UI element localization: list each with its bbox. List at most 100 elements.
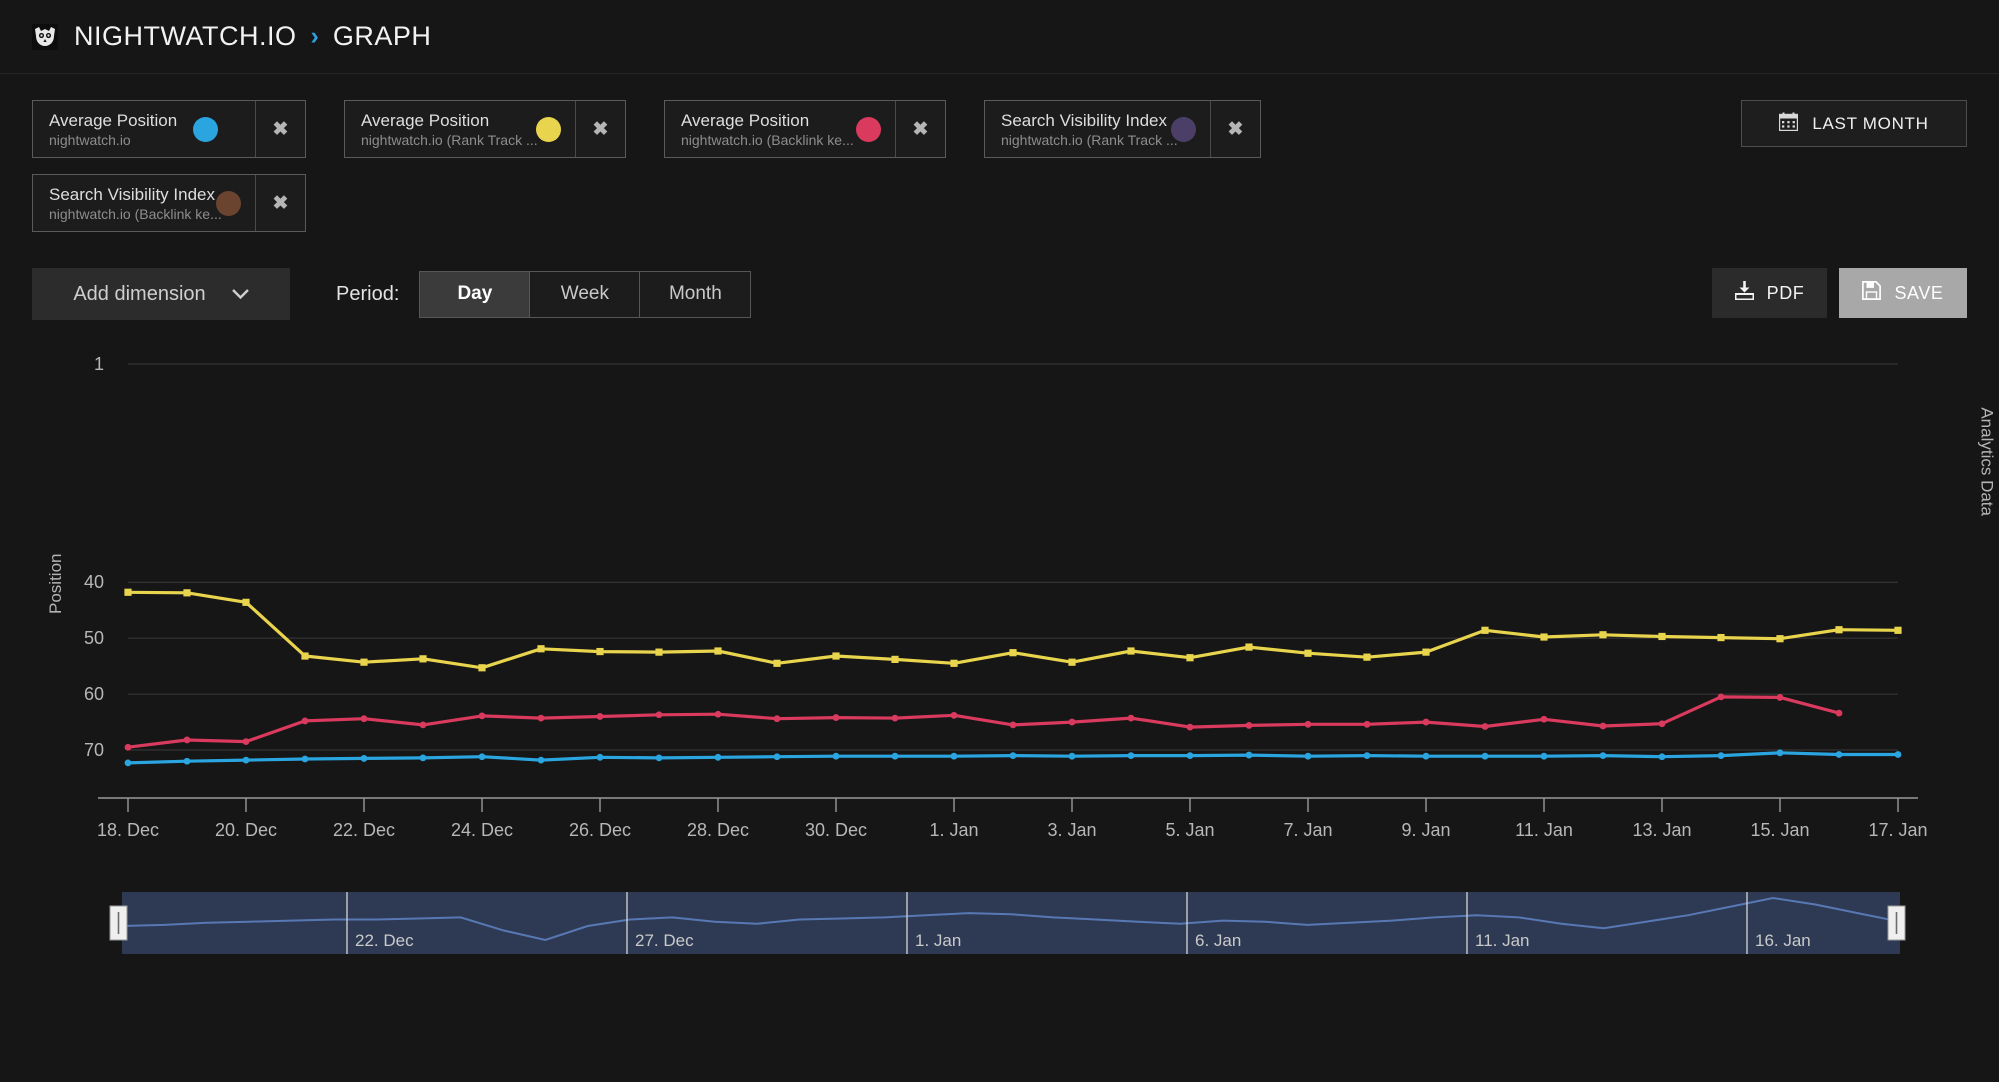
chart-data-point[interactable]	[1009, 649, 1017, 657]
chart-data-point[interactable]	[950, 752, 958, 760]
chart-data-point[interactable]	[1540, 752, 1548, 760]
chart-data-point[interactable]	[1540, 633, 1548, 641]
chart-data-point[interactable]	[1127, 647, 1135, 655]
chart-data-point[interactable]	[124, 588, 132, 596]
chart-data-point[interactable]	[1009, 752, 1017, 760]
add-dimension-button[interactable]: Add dimension	[32, 268, 290, 320]
chart-data-point[interactable]	[832, 752, 840, 760]
dimension-chip-body[interactable]: Search Visibility Index nightwatch.io (Ra…	[985, 101, 1210, 157]
chart-data-point[interactable]	[1186, 752, 1194, 760]
export-pdf-button[interactable]: PDF	[1712, 268, 1827, 318]
line-chart[interactable]: 1 40 50 60 70 18. Dec 20. Dec 22. Dec 24. Dec 26.…	[0, 348, 1999, 878]
chart-data-point[interactable]	[1717, 693, 1725, 701]
chart-data-point[interactable]	[1245, 643, 1253, 651]
chart-navigator[interactable]: 22. Dec 27. Dec 1. Jan 6. Jan 11. Jan 16. Jan	[0, 884, 1999, 974]
dimension-chip[interactable]: Average Position nightwatch.io ✖	[32, 100, 306, 158]
chart-data-point[interactable]	[655, 711, 663, 719]
navigator-svg[interactable]: 22. Dec 27. Dec 1. Jan 6. Jan 11. Jan 16. Jan	[0, 884, 1999, 974]
chart-data-point[interactable]	[714, 647, 722, 655]
chart-data-point[interactable]	[773, 659, 781, 667]
chart-data-point[interactable]	[301, 652, 309, 660]
chart-data-point[interactable]	[1894, 626, 1902, 634]
chart-data-point[interactable]	[891, 752, 899, 760]
chart-data-point[interactable]	[242, 756, 250, 764]
chart-data-point[interactable]	[832, 714, 840, 721]
chart-data-point[interactable]	[1658, 753, 1666, 761]
dimension-chip-body[interactable]: Search Visibility Index nightwatch.io (Ba…	[33, 175, 255, 231]
chart-data-point[interactable]	[1422, 752, 1430, 760]
chart-data-point[interactable]	[1894, 751, 1902, 758]
chart-data-point[interactable]	[1835, 626, 1843, 634]
chart-data-point[interactable]	[1363, 752, 1371, 760]
chart-data-point[interactable]	[478, 664, 486, 672]
chart-data-point[interactable]	[1717, 633, 1725, 642]
chart-data-point[interactable]	[1776, 694, 1784, 701]
dimension-color-swatch[interactable]	[216, 190, 241, 216]
chart-data-point[interactable]	[1835, 709, 1843, 717]
close-icon[interactable]: ✖	[895, 101, 945, 157]
dimension-color-swatch[interactable]	[536, 116, 561, 142]
dimension-chip[interactable]: Search Visibility Index nightwatch.io (Ba…	[32, 174, 306, 232]
chart-data-point[interactable]	[301, 755, 309, 763]
chart-data-point[interactable]	[596, 713, 604, 720]
chart-data-point[interactable]	[596, 753, 604, 761]
chart-data-point[interactable]	[360, 715, 368, 723]
chart-data-point[interactable]	[1658, 720, 1666, 728]
chart-data-point[interactable]	[1481, 723, 1489, 730]
chart-data-point[interactable]	[596, 647, 604, 656]
chart-data-point[interactable]	[1186, 723, 1194, 731]
chart-data-point[interactable]	[1127, 714, 1135, 722]
chart-data-point[interactable]	[1245, 751, 1253, 759]
chart-data-point[interactable]	[419, 721, 427, 729]
chart-data-point[interactable]	[891, 655, 899, 663]
chart-data-point[interactable]	[183, 589, 191, 597]
chart-data-point[interactable]	[1245, 722, 1253, 729]
chart-data-point[interactable]	[301, 717, 309, 725]
chart-data-point[interactable]	[478, 712, 486, 720]
period-option-month[interactable]: Month	[640, 271, 751, 317]
dimension-chip[interactable]: Average Position nightwatch.io (Backlink …	[664, 100, 946, 158]
chart-data-point[interactable]	[537, 714, 545, 722]
chart-data-point[interactable]	[124, 759, 132, 767]
save-button[interactable]: SAVE	[1839, 268, 1967, 318]
chart-data-point[interactable]	[1717, 752, 1725, 760]
dimension-chip-body[interactable]: Average Position nightwatch.io	[33, 101, 255, 157]
chart-data-point[interactable]	[1776, 635, 1784, 643]
chart-data-point[interactable]	[1186, 654, 1194, 662]
chart-data-point[interactable]	[1481, 752, 1489, 760]
chart-data-point[interactable]	[1363, 653, 1371, 661]
chart-data-point[interactable]	[950, 659, 958, 667]
chart-data-point[interactable]	[1540, 715, 1548, 723]
chart-series-line[interactable]	[126, 695, 1841, 749]
chart-data-point[interactable]	[1068, 658, 1076, 666]
close-icon[interactable]: ✖	[575, 101, 625, 157]
chart-data-point[interactable]	[1658, 632, 1666, 641]
date-range-button[interactable]: LAST MONTH	[1741, 100, 1967, 147]
period-option-day[interactable]: Day	[420, 271, 531, 317]
dimension-color-swatch[interactable]	[856, 116, 881, 142]
chart-data-point[interactable]	[832, 652, 840, 660]
chart-data-point[interactable]	[1835, 751, 1843, 758]
chart-data-point[interactable]	[773, 715, 781, 723]
chart-data-point[interactable]	[1776, 749, 1784, 757]
close-icon[interactable]: ✖	[255, 101, 305, 157]
chart-data-point[interactable]	[714, 753, 722, 761]
close-icon[interactable]: ✖	[1210, 101, 1260, 157]
chart-data-point[interactable]	[1363, 720, 1371, 728]
chart-data-point[interactable]	[773, 753, 781, 761]
dimension-color-swatch[interactable]	[193, 116, 219, 142]
chart-data-point[interactable]	[1304, 649, 1312, 657]
dimension-chip-body[interactable]: Average Position nightwatch.io (Rank Trac…	[345, 101, 575, 157]
chart-data-point[interactable]	[360, 755, 368, 762]
dimension-chip-body[interactable]: Average Position nightwatch.io (Backlink …	[665, 101, 895, 157]
chart-series-line[interactable]	[126, 590, 1900, 670]
chart-data-point[interactable]	[360, 658, 368, 666]
dimension-color-swatch[interactable]	[1171, 116, 1196, 142]
chart-data-point[interactable]	[124, 743, 132, 751]
chart-data-point[interactable]	[1422, 718, 1430, 726]
chart-data-point[interactable]	[1304, 720, 1312, 728]
chart-data-point[interactable]	[1068, 752, 1076, 760]
chart-data-point[interactable]	[1599, 631, 1607, 639]
chart-data-point[interactable]	[478, 753, 486, 761]
chart-data-point[interactable]	[655, 648, 663, 656]
